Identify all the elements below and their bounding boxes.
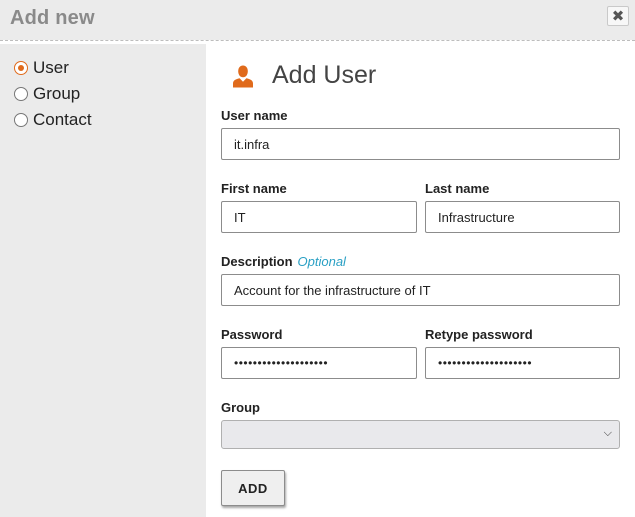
description-input[interactable]: Account for the infrastructure of IT	[221, 274, 620, 306]
radio-user[interactable]	[14, 61, 28, 75]
type-option-label: Group	[33, 84, 81, 103]
type-option-contact[interactable]: Contact	[14, 110, 92, 130]
last-name-label: Last name	[425, 181, 490, 196]
first-name-label: First name	[221, 181, 287, 196]
dialog-titlebar: Add new ✖	[0, 0, 635, 40]
form-heading: Add User	[232, 61, 376, 90]
add-button[interactable]: ADD	[221, 470, 285, 506]
group-label: Group	[221, 400, 260, 415]
optional-hint: Optional	[297, 254, 346, 269]
chevron-down-icon: ⌵	[603, 427, 612, 439]
type-sidebar: User Group Contact	[0, 44, 206, 517]
password-input[interactable]: ••••••••••••••••••••	[221, 347, 417, 379]
type-option-group[interactable]: Group	[14, 84, 80, 104]
type-option-label: Contact	[33, 110, 92, 129]
username-input[interactable]: it.infra	[221, 128, 620, 160]
radio-contact[interactable]	[14, 113, 28, 127]
page-title: Add User	[272, 61, 377, 89]
last-name-input[interactable]: Infrastructure	[425, 201, 620, 233]
username-label: User name	[221, 108, 288, 123]
radio-group[interactable]	[14, 87, 28, 101]
dialog-title: Add new	[10, 7, 95, 29]
retype-password-label: Retype password	[425, 327, 533, 342]
description-label: Description Optional	[221, 254, 346, 269]
password-label: Password	[221, 327, 283, 342]
add-user-form: Add User User name it.infra First name I…	[206, 44, 635, 517]
description-label-text: Description	[221, 254, 293, 269]
retype-password-input[interactable]: ••••••••••••••••••••	[425, 347, 620, 379]
type-option-label: User	[33, 58, 69, 77]
first-name-input[interactable]: IT	[221, 201, 417, 233]
close-icon[interactable]: ✖	[607, 6, 629, 26]
title-divider	[0, 40, 635, 41]
type-option-user[interactable]: User	[14, 58, 69, 78]
group-select[interactable]: ⌵	[221, 420, 620, 449]
user-icon	[233, 65, 253, 87]
